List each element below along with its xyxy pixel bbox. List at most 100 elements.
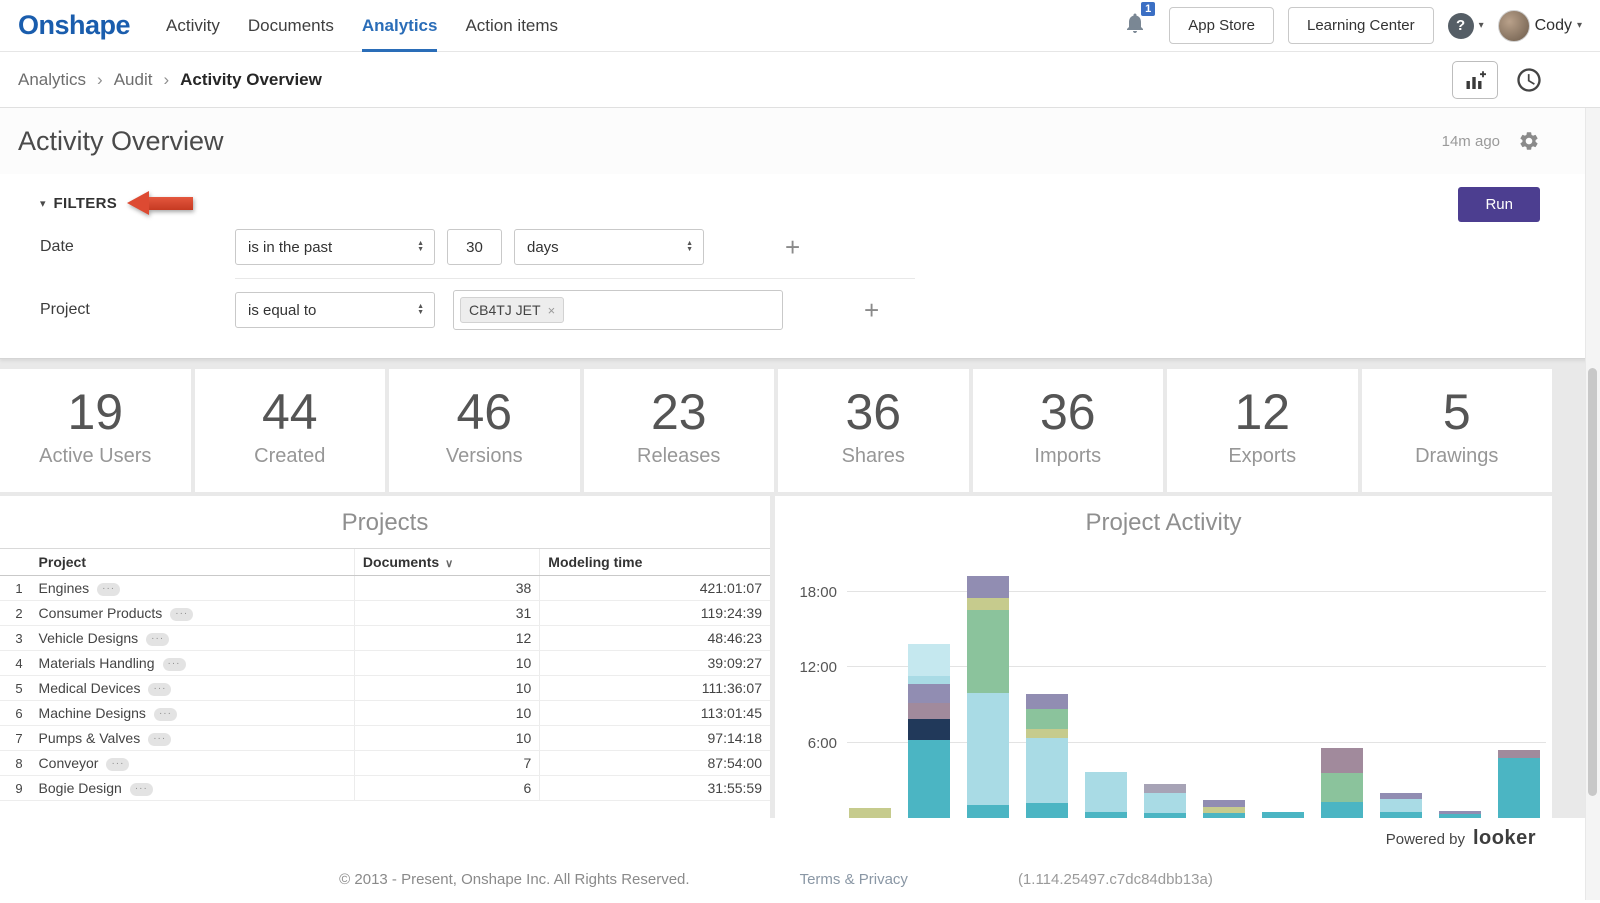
project-name-link[interactable]: Materials Handling <box>39 655 155 671</box>
stat-value: 5 <box>1362 383 1553 441</box>
row-menu-icon[interactable]: ··· <box>148 683 171 696</box>
project-cell: Conveyor ··· <box>31 751 355 776</box>
close-icon[interactable]: × <box>548 303 556 318</box>
documents-column-header[interactable]: Documents∨ <box>354 549 539 576</box>
table-row[interactable]: 4Materials Handling···1039:09:27 <box>0 651 770 676</box>
stat-card-imports[interactable]: 36Imports <box>973 369 1164 492</box>
project-cell: Engines ··· <box>31 576 355 601</box>
stat-card-releases[interactable]: 23Releases <box>584 369 775 492</box>
nav-item-activity[interactable]: Activity <box>166 0 220 52</box>
add-date-filter-button[interactable]: + <box>779 236 806 258</box>
stacked-bar-7[interactable] <box>1203 800 1245 818</box>
stacked-bar-3[interactable] <box>967 576 1009 818</box>
stat-card-active-users[interactable]: 19Active Users <box>0 369 191 492</box>
stacked-bar-9[interactable] <box>1321 748 1363 818</box>
breadcrumb-item-audit[interactable]: Audit <box>114 70 153 89</box>
row-menu-icon[interactable]: ··· <box>154 708 177 721</box>
project-name-link[interactable]: Conveyor <box>39 755 99 771</box>
projects-panel: Projects Project Documents∨ Modeling tim… <box>0 496 770 818</box>
row-menu-icon[interactable]: ··· <box>130 783 153 796</box>
stat-value: 36 <box>778 383 969 441</box>
project-column-header[interactable]: Project <box>31 549 355 576</box>
avatar <box>1498 10 1530 42</box>
project-name-link[interactable]: Bogie Design <box>39 780 122 796</box>
project-name-link[interactable]: Medical Devices <box>39 680 141 696</box>
stat-card-drawings[interactable]: 5Drawings <box>1362 369 1553 492</box>
bar-segment-navy <box>908 719 950 740</box>
scrollbar-thumb[interactable] <box>1588 368 1597 796</box>
project-name-link[interactable]: Engines <box>39 580 90 596</box>
stacked-bar-8[interactable] <box>1262 812 1304 818</box>
stacked-bar-12[interactable] <box>1498 750 1540 818</box>
project-operator-select[interactable]: is equal to ▲ ▼ <box>235 292 435 328</box>
terms-privacy-link[interactable]: Terms & Privacy <box>800 871 908 888</box>
scrollbar-track[interactable] <box>1585 108 1600 900</box>
nav-item-documents[interactable]: Documents <box>248 0 334 52</box>
stacked-bar-6[interactable] <box>1144 784 1186 818</box>
bar-segment-cyan <box>1144 793 1186 813</box>
onshape-logo[interactable]: Onshape <box>18 10 130 41</box>
nav-item-analytics[interactable]: Analytics <box>362 0 438 52</box>
stacked-bar-10[interactable] <box>1380 793 1422 818</box>
breadcrumb-actions <box>1452 61 1546 99</box>
help-menu-button[interactable]: ? ▾ <box>1448 13 1484 39</box>
row-menu-icon[interactable]: ··· <box>170 608 193 621</box>
schedule-history-button[interactable] <box>1512 63 1546 97</box>
stacked-bar-5[interactable] <box>1085 772 1127 818</box>
stat-card-exports[interactable]: 12Exports <box>1167 369 1358 492</box>
stat-card-shares[interactable]: 36Shares <box>778 369 969 492</box>
table-row[interactable]: 2Consumer Products···31119:24:39 <box>0 601 770 626</box>
stacked-bar-4[interactable] <box>1026 694 1068 818</box>
explore-from-here-button[interactable] <box>1452 61 1498 99</box>
row-menu-icon[interactable]: ··· <box>97 583 120 596</box>
learning-center-button[interactable]: Learning Center <box>1288 7 1434 44</box>
project-name-link[interactable]: Machine Designs <box>39 705 146 721</box>
looker-logo[interactable]: looker <box>1473 827 1536 850</box>
stacked-bar-1[interactable] <box>849 808 891 818</box>
project-column-label: Project <box>39 554 86 570</box>
project-name-link[interactable]: Vehicle Designs <box>39 630 139 646</box>
project-value-field[interactable]: CB4TJ JET × <box>453 290 783 330</box>
row-menu-icon[interactable]: ··· <box>146 633 169 646</box>
row-menu-icon[interactable]: ··· <box>148 733 171 746</box>
stacked-bar-2[interactable] <box>908 644 950 818</box>
help-icon: ? <box>1448 13 1474 39</box>
table-row[interactable]: 7Pumps & Valves···1097:14:18 <box>0 726 770 751</box>
dashboard-settings-button[interactable] <box>1518 130 1540 152</box>
table-row[interactable]: 9Bogie Design···631:55:59 <box>0 776 770 801</box>
table-row[interactable]: 8Conveyor···787:54:00 <box>0 751 770 776</box>
bar-segment-cyan <box>967 693 1009 806</box>
stat-card-created[interactable]: 44Created <box>195 369 386 492</box>
table-row[interactable]: 6Machine Designs···10113:01:45 <box>0 701 770 726</box>
breadcrumb-item-activity-overview[interactable]: Activity Overview <box>180 70 322 89</box>
stat-card-versions[interactable]: 46Versions <box>389 369 580 492</box>
user-menu[interactable]: Cody ▾ <box>1498 10 1582 42</box>
row-menu-icon[interactable]: ··· <box>106 758 129 771</box>
collapse-caret-icon[interactable]: ▾ <box>40 197 46 210</box>
date-value-input[interactable] <box>447 229 502 265</box>
project-name-link[interactable]: Consumer Products <box>39 605 163 621</box>
project-name-link[interactable]: Pumps & Valves <box>39 730 141 746</box>
notifications-button[interactable]: 1 <box>1123 11 1147 40</box>
modeling-time-column-header[interactable]: Modeling time <box>540 549 770 576</box>
date-operator-value: is in the past <box>248 239 332 256</box>
version-text: (1.114.25497.c7dc84dbb13a) <box>1018 871 1213 888</box>
row-menu-icon[interactable]: ··· <box>163 658 186 671</box>
app-store-button[interactable]: App Store <box>1169 7 1274 44</box>
table-row[interactable]: 1Engines···38421:01:07 <box>0 576 770 601</box>
dashboard-content: 19Active Users44Created46Versions23Relea… <box>0 359 1600 818</box>
add-project-filter-button[interactable]: + <box>858 299 885 321</box>
stats-row: 19Active Users44Created46Versions23Relea… <box>0 369 1552 492</box>
nav-item-action-items[interactable]: Action items <box>465 0 558 52</box>
bar-segment-teal <box>1321 802 1363 818</box>
date-unit-select[interactable]: days ▲ ▼ <box>514 229 704 265</box>
filters-title[interactable]: FILTERS <box>54 195 117 212</box>
documents-cell: 10 <box>354 701 539 726</box>
date-operator-select[interactable]: is in the past ▲ ▼ <box>235 229 435 265</box>
run-button[interactable]: Run <box>1458 187 1540 222</box>
stacked-bar-11[interactable] <box>1439 811 1481 819</box>
breadcrumb-item-analytics[interactable]: Analytics <box>18 70 86 89</box>
bar-segment-teal <box>967 805 1009 818</box>
table-row[interactable]: 3Vehicle Designs···1248:46:23 <box>0 626 770 651</box>
table-row[interactable]: 5Medical Devices···10111:36:07 <box>0 676 770 701</box>
